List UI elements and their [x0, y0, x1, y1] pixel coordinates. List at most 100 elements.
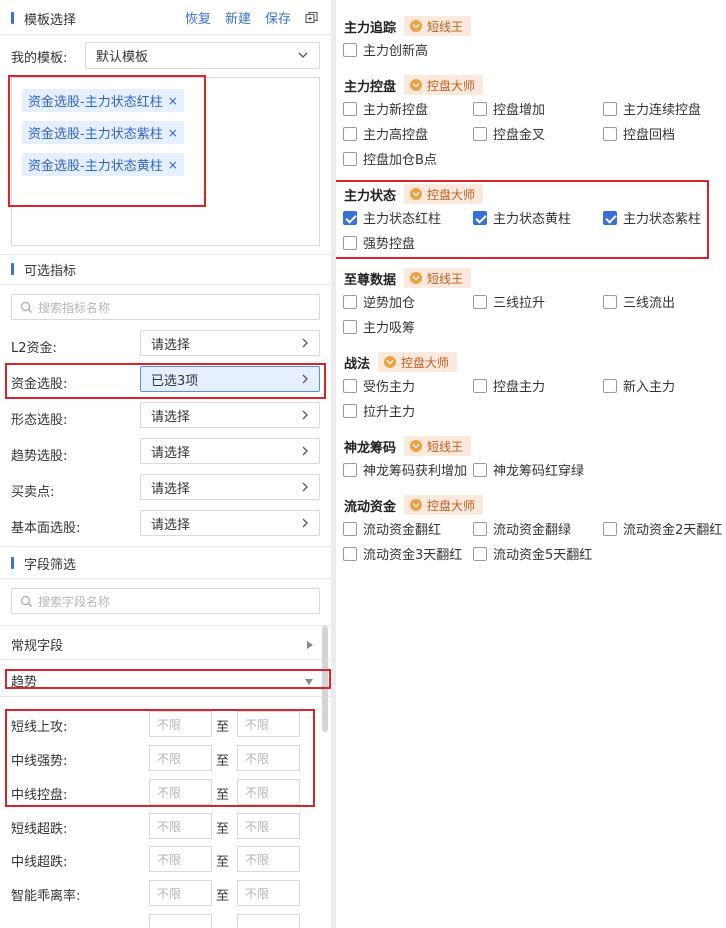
close-icon[interactable]: ×	[168, 158, 178, 172]
checkbox-empty-icon[interactable]	[343, 462, 357, 477]
filter-checkbox[interactable]: 逆势加仓	[343, 292, 415, 311]
filter-checkbox[interactable]: 主力创新高	[343, 40, 428, 59]
indicator-label: 买卖点:	[11, 485, 55, 500]
indicator-picker[interactable]: 请选择	[140, 330, 320, 356]
my-template-select[interactable]: 默认模板	[85, 42, 320, 69]
filter-checkbox[interactable]: 受伤主力	[343, 376, 415, 395]
checkbox-empty-icon[interactable]	[343, 378, 357, 393]
range-max-input[interactable]: 不限	[237, 880, 300, 906]
indicator-picker[interactable]: 请选择	[140, 438, 320, 464]
badge-label: 控盘大师	[427, 78, 476, 93]
filter-checkbox[interactable]: 控盘金叉	[473, 124, 545, 143]
checkbox-empty-icon[interactable]	[343, 151, 357, 166]
filter-checkbox[interactable]: 主力高控盘	[343, 124, 428, 143]
checkbox-empty-icon[interactable]	[473, 521, 487, 536]
range-max-input[interactable]: 不限	[237, 846, 300, 872]
checkbox-empty-icon[interactable]	[603, 378, 617, 393]
indicator-search-input[interactable]: 搜索指标名称	[11, 294, 320, 320]
filter-checkbox[interactable]: 主力连续控盘	[603, 99, 701, 118]
filter-checkbox[interactable]: 神龙筹码红穿绿	[473, 460, 584, 479]
category-name: 主力追踪	[344, 20, 397, 36]
checkbox-checked-icon[interactable]	[473, 210, 487, 225]
range-max-input[interactable]	[237, 914, 300, 928]
filter-checkbox[interactable]: 主力状态紫柱	[603, 208, 701, 227]
field-group-trend[interactable]: 趋势	[0, 666, 320, 694]
checkbox-empty-icon[interactable]	[343, 521, 357, 536]
filter-checkbox[interactable]: 主力状态红柱	[343, 208, 441, 227]
checkbox-empty-icon[interactable]	[473, 378, 487, 393]
range-min-input[interactable]: 不限	[149, 779, 212, 805]
range-min-input[interactable]: 不限	[149, 880, 212, 906]
checkbox-checked-icon[interactable]	[343, 210, 357, 225]
filter-checkbox[interactable]: 控盘主力	[473, 376, 545, 395]
range-to-label: 至	[216, 889, 230, 904]
category-name: 战法	[344, 356, 371, 372]
checkbox-empty-icon[interactable]	[603, 126, 617, 141]
indicator-picker[interactable]: 请选择	[140, 474, 320, 500]
filter-checkbox[interactable]: 流动资金翻绿	[473, 519, 571, 538]
copy-icon[interactable]	[305, 11, 319, 25]
checkbox-empty-icon[interactable]	[473, 294, 487, 309]
checkbox-label: 逆势加仓	[363, 296, 416, 311]
checkbox-empty-icon[interactable]	[473, 101, 487, 116]
indicator-picker-active[interactable]: 已选3项	[140, 366, 320, 392]
checkbox-empty-icon[interactable]	[343, 126, 357, 141]
checkbox-label: 控盘增加	[493, 103, 546, 118]
template-actions: 恢复 新建 保存	[185, 8, 319, 27]
scrollbar[interactable]	[322, 626, 328, 732]
checkbox-label: 三线拉升	[493, 296, 546, 311]
checkbox-empty-icon[interactable]	[343, 42, 357, 57]
range-max-input[interactable]: 不限	[237, 813, 300, 839]
range-max-input[interactable]: 不限	[237, 745, 300, 771]
checkbox-empty-icon[interactable]	[603, 294, 617, 309]
range-max-input[interactable]: 不限	[237, 779, 300, 805]
filter-checkbox[interactable]: 主力吸筹	[343, 317, 415, 336]
filter-checkbox[interactable]: 主力状态黄柱	[473, 208, 571, 227]
checkbox-empty-icon[interactable]	[343, 546, 357, 561]
filter-checkbox[interactable]: 流动资金翻红	[343, 519, 441, 538]
filter-checkbox[interactable]: 神龙筹码获利增加	[343, 460, 467, 479]
range-min-input[interactable]: 不限	[149, 813, 212, 839]
range-min-input[interactable]: 不限	[149, 846, 212, 872]
checkbox-empty-icon[interactable]	[473, 546, 487, 561]
filter-checkbox[interactable]: 新入主力	[603, 376, 675, 395]
checkbox-empty-icon[interactable]	[473, 126, 487, 141]
checkbox-checked-icon[interactable]	[603, 210, 617, 225]
indicator-picker[interactable]: 请选择	[140, 510, 320, 536]
filter-checkbox[interactable]: 控盘增加	[473, 99, 545, 118]
checkbox-empty-icon[interactable]	[343, 319, 357, 334]
checkbox-empty-icon[interactable]	[343, 294, 357, 309]
close-icon[interactable]: ×	[168, 94, 178, 108]
filter-checkbox[interactable]: 强势控盘	[343, 233, 415, 252]
checkbox-empty-icon[interactable]	[343, 403, 357, 418]
search-placeholder: 搜索指标名称	[38, 300, 111, 315]
save-button[interactable]: 保存	[265, 8, 291, 27]
checkbox-empty-icon[interactable]	[343, 101, 357, 116]
checkbox-empty-icon[interactable]	[603, 521, 617, 536]
filter-checkbox[interactable]: 三线拉升	[473, 292, 545, 311]
filter-checkbox[interactable]: 控盘回档	[603, 124, 675, 143]
range-min-input[interactable]: 不限	[149, 711, 212, 737]
filter-checkbox[interactable]: 三线流出	[603, 292, 675, 311]
close-icon[interactable]: ×	[168, 126, 178, 140]
checkbox-empty-icon[interactable]	[603, 101, 617, 116]
filter-checkbox[interactable]: 主力新控盘	[343, 99, 428, 118]
checkbox-label: 流动资金2天翻红	[623, 523, 723, 538]
filter-checkbox[interactable]: 控盘加仓B点	[343, 149, 437, 168]
field-search-input[interactable]: 搜索字段名称	[11, 588, 320, 614]
filter-checkbox[interactable]: 拉升主力	[343, 401, 415, 420]
indicator-picker[interactable]: 请选择	[140, 402, 320, 428]
filter-checkbox[interactable]: 流动资金3天翻红	[343, 544, 462, 563]
checkbox-empty-icon[interactable]	[343, 235, 357, 250]
checkbox-empty-icon[interactable]	[473, 462, 487, 477]
section-marker	[11, 263, 14, 275]
new-button[interactable]: 新建	[225, 8, 251, 27]
fields-title: 字段筛选	[24, 557, 77, 573]
restore-button[interactable]: 恢复	[185, 8, 211, 27]
range-min-input[interactable]: 不限	[149, 745, 212, 771]
filter-checkbox[interactable]: 流动资金2天翻红	[603, 519, 722, 538]
filter-checkbox[interactable]: 流动资金5天翻红	[473, 544, 592, 563]
field-group-regular[interactable]: 常规字段	[0, 630, 320, 658]
range-max-input[interactable]: 不限	[237, 711, 300, 737]
range-min-input[interactable]	[149, 914, 212, 928]
